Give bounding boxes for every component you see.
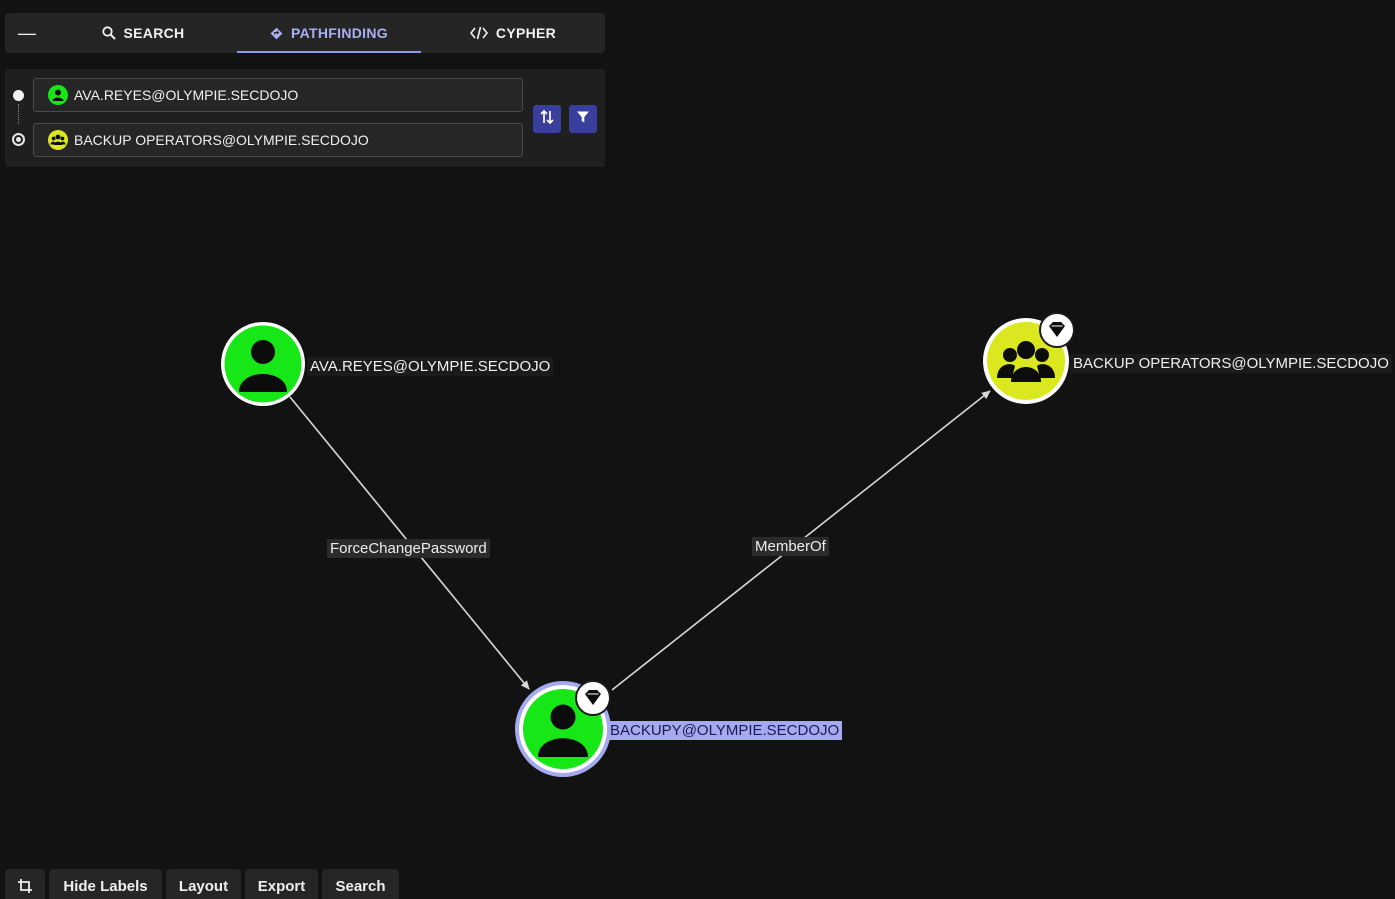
tier-zero-gem-icon xyxy=(575,680,611,716)
node-label-ava-reyes: AVA.REYES@OLYMPIE.SECDOJO xyxy=(307,357,554,376)
graph-search-button[interactable]: Search xyxy=(322,869,399,899)
node-ava-reyes[interactable] xyxy=(221,322,305,406)
node-backup-operators[interactable] xyxy=(983,312,1075,404)
node-label-backup-operators: BACKUP OPERATORS@OLYMPIE.SECDOJO xyxy=(1070,354,1392,373)
export-button[interactable]: Export xyxy=(245,869,318,899)
crop-button[interactable] xyxy=(5,869,45,899)
layout-button[interactable]: Layout xyxy=(166,869,241,899)
crop-icon xyxy=(17,878,33,898)
graph-edges xyxy=(221,312,1075,777)
node-backupy[interactable] xyxy=(515,680,611,777)
edge-label-memberof[interactable]: MemberOf xyxy=(752,537,829,556)
edge-label-forcechangepassword[interactable]: ForceChangePassword xyxy=(327,539,490,558)
hide-labels-button[interactable]: Hide Labels xyxy=(49,869,162,899)
graph-canvas[interactable]: AVA.REYES@OLYMPIE.SECDOJO BACKUPY@OLYMPI… xyxy=(0,0,1395,887)
node-label-backupy: BACKUPY@OLYMPIE.SECDOJO xyxy=(607,721,843,740)
tier-zero-gem-icon xyxy=(1039,312,1075,348)
